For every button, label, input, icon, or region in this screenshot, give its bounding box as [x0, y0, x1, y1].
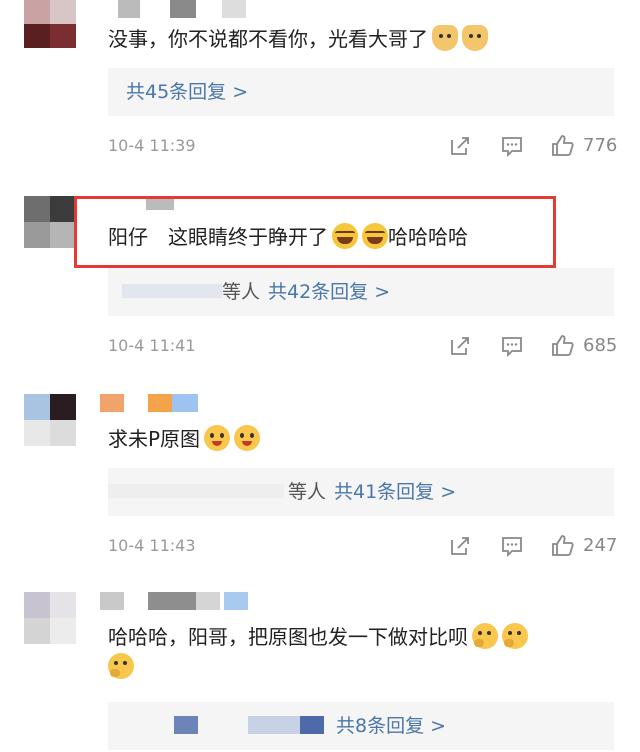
reply-count-link[interactable]: 共8条回复 > — [336, 702, 446, 750]
thinking-icon — [108, 653, 134, 679]
thinking-icon — [502, 623, 528, 649]
username-blurred[interactable] — [100, 592, 250, 610]
reply-summary[interactable]: 共8条回复 > — [108, 702, 614, 750]
thinking-icon — [472, 623, 498, 649]
comment-item: 哈哈哈，阳哥，把原图也发一下做对比呗 共8条回复 > — [0, 0, 640, 752]
avatar[interactable] — [24, 592, 76, 644]
comment-text: 哈哈哈，阳哥，把原图也发一下做对比呗 — [108, 622, 608, 682]
